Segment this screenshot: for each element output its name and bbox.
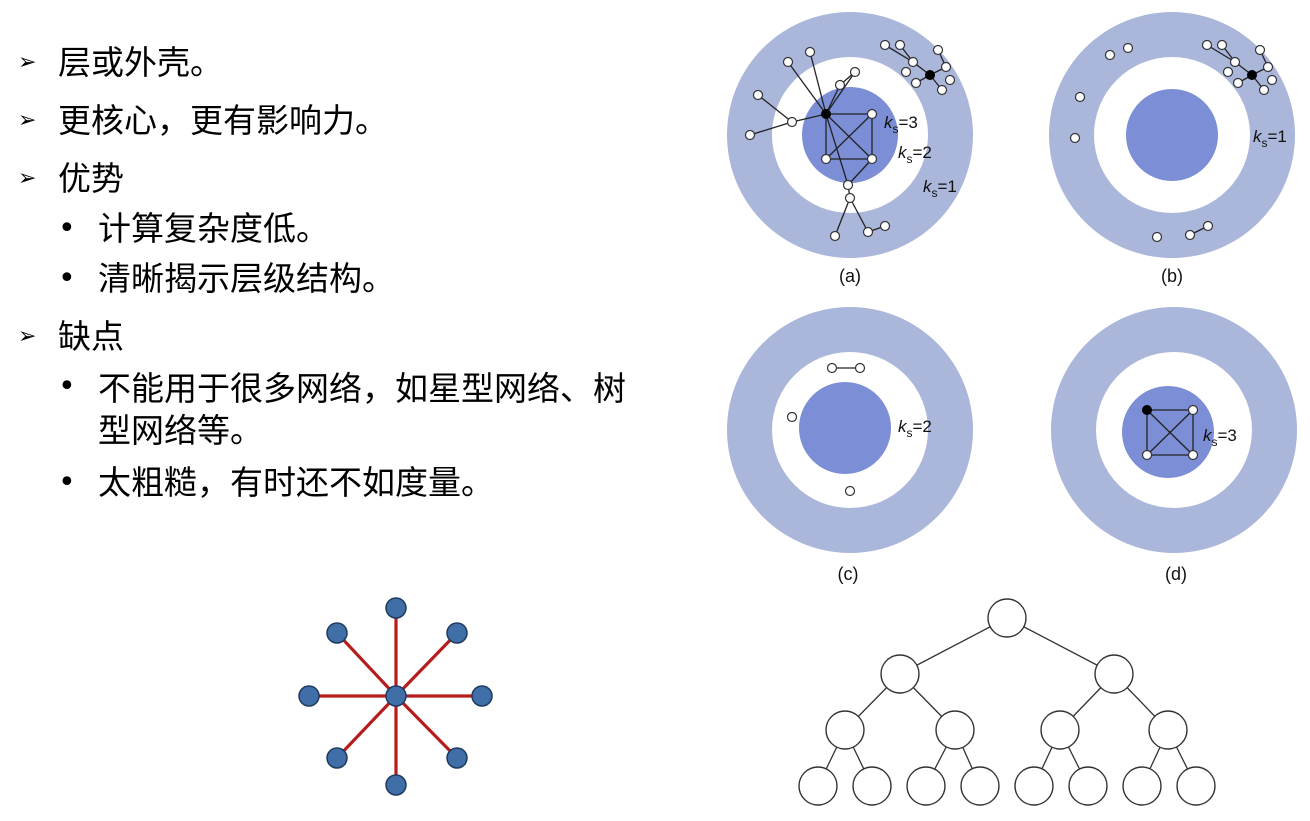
dot-bullet-icon: • [58, 465, 76, 500]
tree-node [1148, 710, 1188, 750]
tree-leaf-node [960, 766, 1000, 806]
star-edge [394, 694, 459, 760]
dot-bullet-icon: • [58, 211, 76, 246]
tree-node [880, 654, 920, 694]
star-leaf-node [471, 685, 493, 707]
arrow-bullet-icon: ➢ [18, 108, 37, 133]
sub-bullet-low-complexity: • 计算复杂度低。 [18, 210, 718, 248]
bullet-text: 更核心，更有影响力。 [58, 101, 388, 140]
star-leaf-node [326, 622, 348, 644]
bullet-text: 不能用于很多网络，如星型网络、树型网络等。 [98, 369, 626, 450]
star-leaf-node [446, 622, 468, 644]
k-shell-figure: ks=3 ks=2 ks=1 (a) ks=1 (b) ks=2 (c) ks=… [720, 0, 1310, 592]
tree-node [1094, 654, 1134, 694]
dot-bullet-icon: • [58, 369, 76, 404]
star-edge [394, 631, 459, 698]
tree-leaf-node [1122, 766, 1162, 806]
star-edge [335, 694, 398, 760]
sub-bullet-too-coarse: • 太粗糙，有时还不如度量。 [18, 464, 718, 502]
bullet-disadvantages: ➢ 缺点 [18, 318, 718, 356]
arrow-bullet-icon: ➢ [18, 166, 37, 191]
tree-leaf-node [1068, 766, 1108, 806]
tree-leaf-node [852, 766, 892, 806]
star-leaf-node [446, 747, 468, 769]
bullet-core: ➢ 更核心，更有影响力。 [18, 102, 718, 140]
arrow-bullet-icon: ➢ [18, 324, 37, 349]
tree-network-diagram [798, 598, 1216, 806]
dot-bullet-icon: • [58, 261, 76, 296]
tree-leaf-node [798, 766, 838, 806]
tree-root-node [987, 598, 1027, 638]
sub-bullet-hierarchy: • 清晰揭示层级结构。 [18, 260, 718, 298]
star-leaf-node [385, 597, 407, 619]
sub-bullet-not-applicable: • 不能用于很多网络，如星型网络、树型网络等。 [18, 368, 658, 452]
tree-leaf-node [1014, 766, 1054, 806]
panel-label-c: (c) [838, 564, 859, 584]
star-leaf-node [298, 685, 320, 707]
bullet-shell: ➢ 层或外壳。 [18, 44, 718, 82]
bullet-text: 计算复杂度低。 [98, 209, 329, 248]
star-edge [335, 631, 398, 698]
bullet-advantages: ➢ 优势 [18, 160, 718, 198]
tree-leaf-node [906, 766, 946, 806]
star-network-diagram [298, 597, 493, 796]
tree-node [935, 710, 975, 750]
bullet-text: 优势 [58, 159, 124, 198]
star-hub-node [385, 685, 407, 707]
arrow-bullet-icon: ➢ [18, 50, 37, 75]
bullet-text: 缺点 [58, 317, 124, 356]
star-leaf-node [385, 774, 407, 796]
tree-node [825, 710, 865, 750]
bullet-text: 太粗糙，有时还不如度量。 [98, 463, 494, 502]
tree-leaf-node [1176, 766, 1216, 806]
tree-node [1040, 710, 1080, 750]
bullet-text: 清晰揭示层级结构。 [98, 259, 395, 298]
panel-label-d: (d) [1165, 564, 1187, 584]
star-leaf-node [326, 747, 348, 769]
bullet-text: 层或外壳。 [58, 43, 223, 82]
bullet-list: ➢ 层或外壳。 ➢ 更核心，更有影响力。 ➢ 优势 • 计算复杂度低。 • 清晰… [18, 44, 718, 514]
panel-label-b: (b) [1161, 266, 1183, 286]
panel-label-a: (a) [839, 266, 861, 286]
